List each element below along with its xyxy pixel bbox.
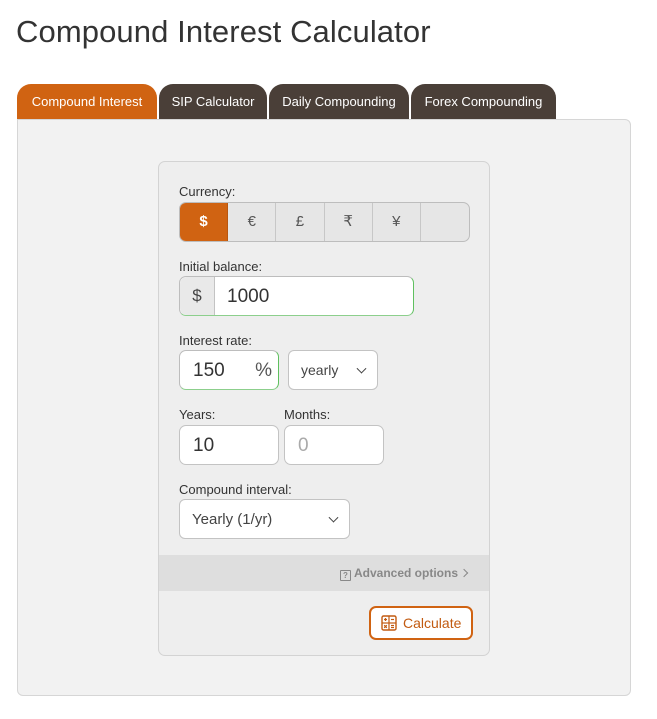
currency-jpy-button[interactable]: ¥ [373, 203, 421, 241]
years-value: 10 [193, 435, 215, 456]
currency-eur-button[interactable]: € [228, 203, 277, 241]
months-label: Months: [284, 407, 331, 422]
advanced-options-label: Advanced options [353, 566, 458, 580]
advanced-options-bar: ? Advanced options [159, 555, 489, 591]
help-icon: ? [339, 570, 351, 581]
interest-rate-label: Interest rate: [179, 333, 252, 348]
initial-balance-label: Initial balance: [179, 259, 263, 274]
interest-rate-value: 150 [193, 360, 225, 381]
advanced-options-link[interactable]: ? Advanced options [339, 555, 469, 591]
currency-prefix: $ [180, 277, 215, 315]
page-title: Compound Interest Calculator [16, 14, 431, 49]
currency-other-button[interactable] [421, 203, 469, 241]
initial-balance-value: 1000 [227, 286, 270, 307]
currency-gbp-button[interactable]: £ [276, 203, 325, 241]
compound-interval-label: Compound interval: [179, 482, 292, 497]
rate-period-select[interactable]: yearly [288, 350, 378, 390]
years-label: Years: [179, 407, 216, 422]
currency-label: Currency: [179, 184, 236, 199]
years-field[interactable]: 10 [179, 425, 279, 465]
chevron-down-icon [328, 512, 339, 523]
compound-interval-select[interactable]: Yearly (1/yr) [179, 499, 350, 539]
months-field[interactable]: 0 [284, 425, 384, 465]
currency-usd-button[interactable]: $ [180, 203, 229, 241]
currency-selector: $ € £ ₹ ¥ [179, 202, 470, 242]
tab-sip-calculator[interactable]: SIP Calculator [159, 84, 267, 120]
initial-balance-field[interactable]: $ 1000 [179, 276, 414, 316]
tab-compound-interest[interactable]: Compound Interest [17, 84, 157, 120]
rate-period-value: yearly [301, 362, 339, 378]
currency-inr-button[interactable]: ₹ [325, 203, 373, 241]
tab-daily-compounding[interactable]: Daily Compounding [269, 84, 409, 120]
months-placeholder: 0 [298, 435, 309, 456]
chevron-down-icon [356, 363, 367, 374]
interest-rate-field[interactable]: 150 % [179, 350, 279, 390]
chevron-right-icon [459, 568, 469, 578]
calculator-icon [381, 615, 397, 631]
compound-interval-value: Yearly (1/yr) [192, 511, 273, 528]
calculate-button[interactable]: Calculate [369, 606, 473, 640]
calculate-label: Calculate [403, 615, 462, 631]
percent-suffix: % [255, 360, 272, 381]
tab-forex-compounding[interactable]: Forex Compounding [411, 84, 556, 120]
calculator-form: Currency: $ € £ ₹ ¥ Initial balance: $ 1… [158, 161, 490, 656]
